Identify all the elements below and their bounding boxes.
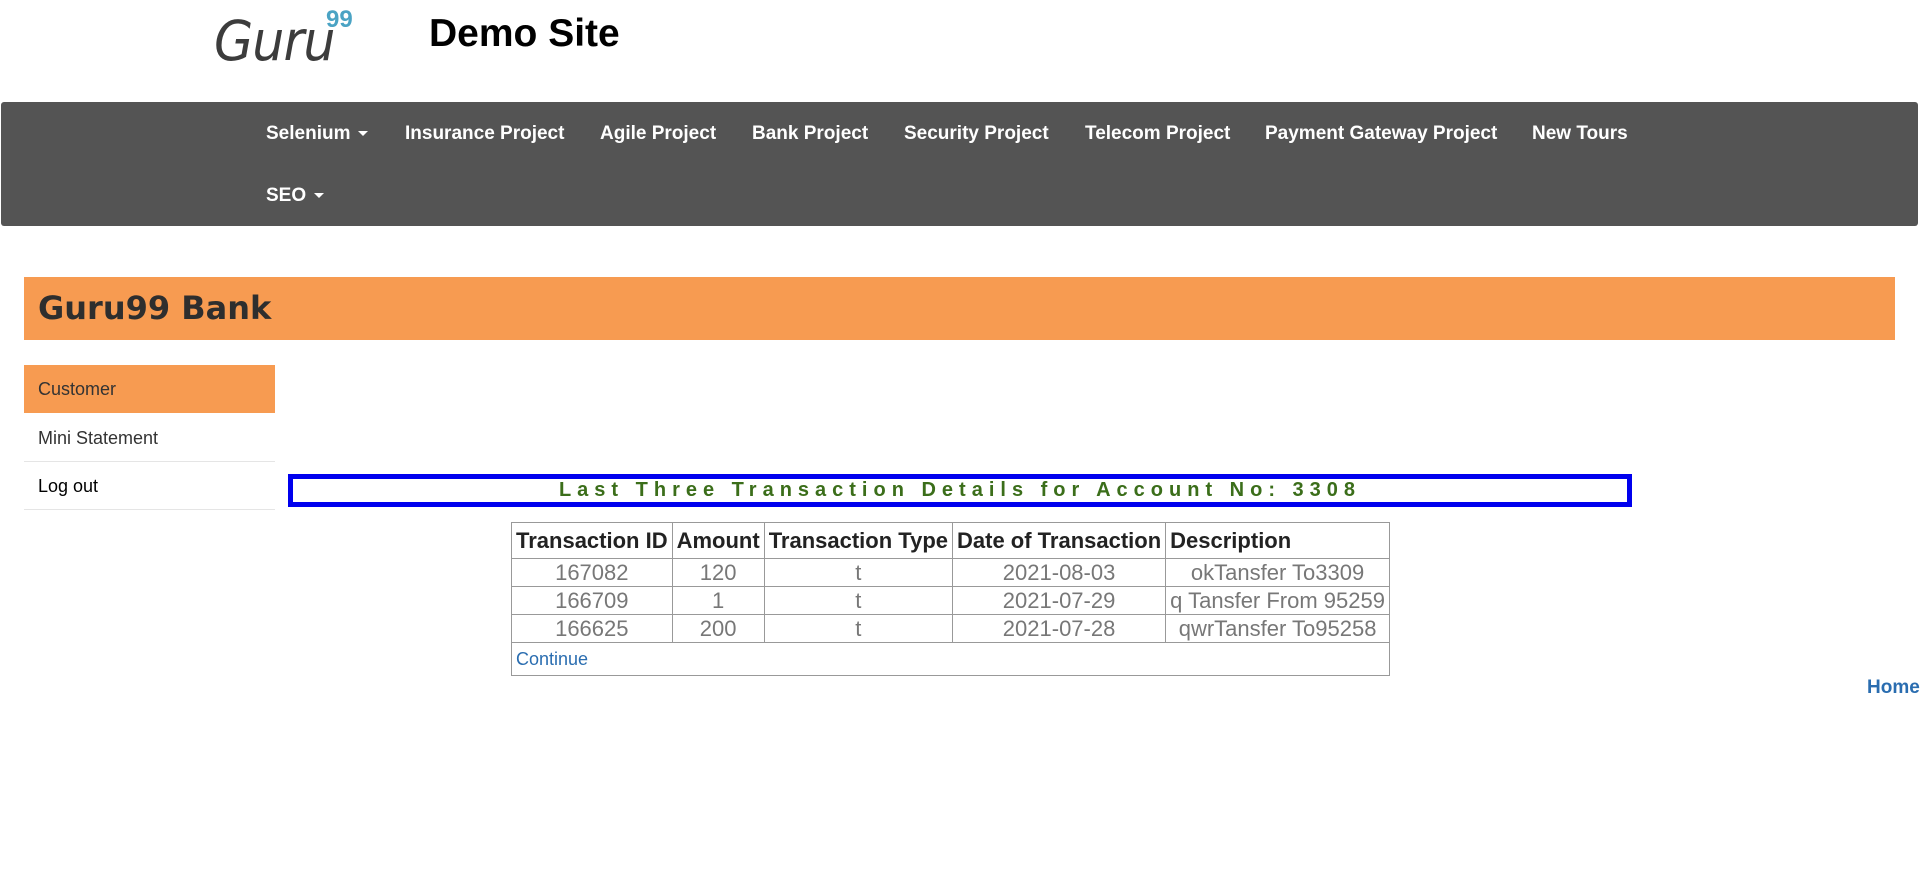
cell-date: 2021-08-03	[951, 558, 1167, 587]
bank-header-bar: Guru99 Bank	[24, 277, 1895, 340]
cell-date: 2021-07-29	[951, 586, 1167, 615]
site-title: Demo Site	[429, 12, 620, 55]
table-row: 166625 200 t 2021-07-28 qwrTansfer To952…	[511, 614, 1390, 643]
cell-description: okTansfer To3309	[1165, 558, 1390, 587]
transactions-table: Transaction ID Amount Transaction Type D…	[511, 522, 1390, 676]
logo-superscript: 99	[326, 6, 353, 33]
cell-description: q Tansfer From 95259	[1165, 586, 1390, 615]
column-header-amount: Amount	[671, 522, 765, 559]
cell-transaction-id: 167082	[511, 558, 673, 587]
cell-amount: 200	[671, 614, 765, 643]
cell-transaction-type: t	[763, 586, 954, 615]
cell-transaction-id: 166709	[511, 586, 673, 615]
column-header-description: Description	[1165, 522, 1390, 559]
nav-seo-label: SEO	[266, 185, 307, 206]
continue-link[interactable]: Continue	[516, 649, 588, 669]
nav-new-tours[interactable]: New Tours	[1532, 123, 1628, 145]
column-header-transaction-type: Transaction Type	[763, 522, 954, 559]
main-navbar: Selenium Insurance Project Agile Project…	[1, 102, 1918, 226]
sidebar-item-mini-statement[interactable]: Mini Statement	[24, 414, 275, 462]
cell-amount: 1	[671, 586, 765, 615]
table-header-row: Transaction ID Amount Transaction Type D…	[511, 522, 1390, 559]
logo-text: Guru	[214, 9, 335, 73]
cell-date: 2021-07-28	[951, 614, 1167, 643]
nav-insurance-project[interactable]: Insurance Project	[405, 123, 564, 145]
nav-telecom-project[interactable]: Telecom Project	[1085, 123, 1230, 145]
continue-cell: Continue	[511, 642, 1390, 676]
cell-transaction-id: 166625	[511, 614, 673, 643]
nav-selenium-dropdown[interactable]: Selenium	[266, 123, 369, 145]
nav-bank-project[interactable]: Bank Project	[752, 123, 868, 145]
caret-down-icon	[314, 193, 325, 199]
home-link[interactable]: Home	[1867, 677, 1920, 699]
cell-transaction-type: t	[763, 558, 954, 587]
table-row: 167082 120 t 2021-08-03 okTansfer To3309	[511, 558, 1390, 587]
table-row: 166709 1 t 2021-07-29 q Tansfer From 952…	[511, 586, 1390, 615]
cell-amount: 120	[671, 558, 765, 587]
nav-agile-project[interactable]: Agile Project	[600, 123, 716, 145]
bank-title: Guru99 Bank	[38, 289, 272, 327]
statement-heading-box: Last Three Transaction Details for Accou…	[288, 474, 1632, 507]
sidebar-item-customer[interactable]: Customer	[24, 365, 275, 413]
nav-selenium-label: Selenium	[266, 123, 351, 144]
caret-down-icon	[358, 131, 369, 137]
nav-security-project[interactable]: Security Project	[904, 123, 1049, 145]
nav-seo-dropdown[interactable]: SEO	[266, 185, 325, 207]
table-footer-row: Continue	[511, 642, 1390, 676]
column-header-transaction-id: Transaction ID	[511, 522, 673, 559]
column-header-date: Date of Transaction	[951, 522, 1167, 559]
sidebar-item-logout[interactable]: Log out	[24, 462, 275, 510]
cell-description: qwrTansfer To95258	[1165, 614, 1390, 643]
statement-heading: Last Three Transaction Details for Accou…	[558, 479, 1362, 501]
guru99-logo[interactable]: Guru 99	[214, 6, 364, 73]
cell-transaction-type: t	[763, 614, 954, 643]
nav-payment-gateway-project[interactable]: Payment Gateway Project	[1265, 123, 1497, 145]
